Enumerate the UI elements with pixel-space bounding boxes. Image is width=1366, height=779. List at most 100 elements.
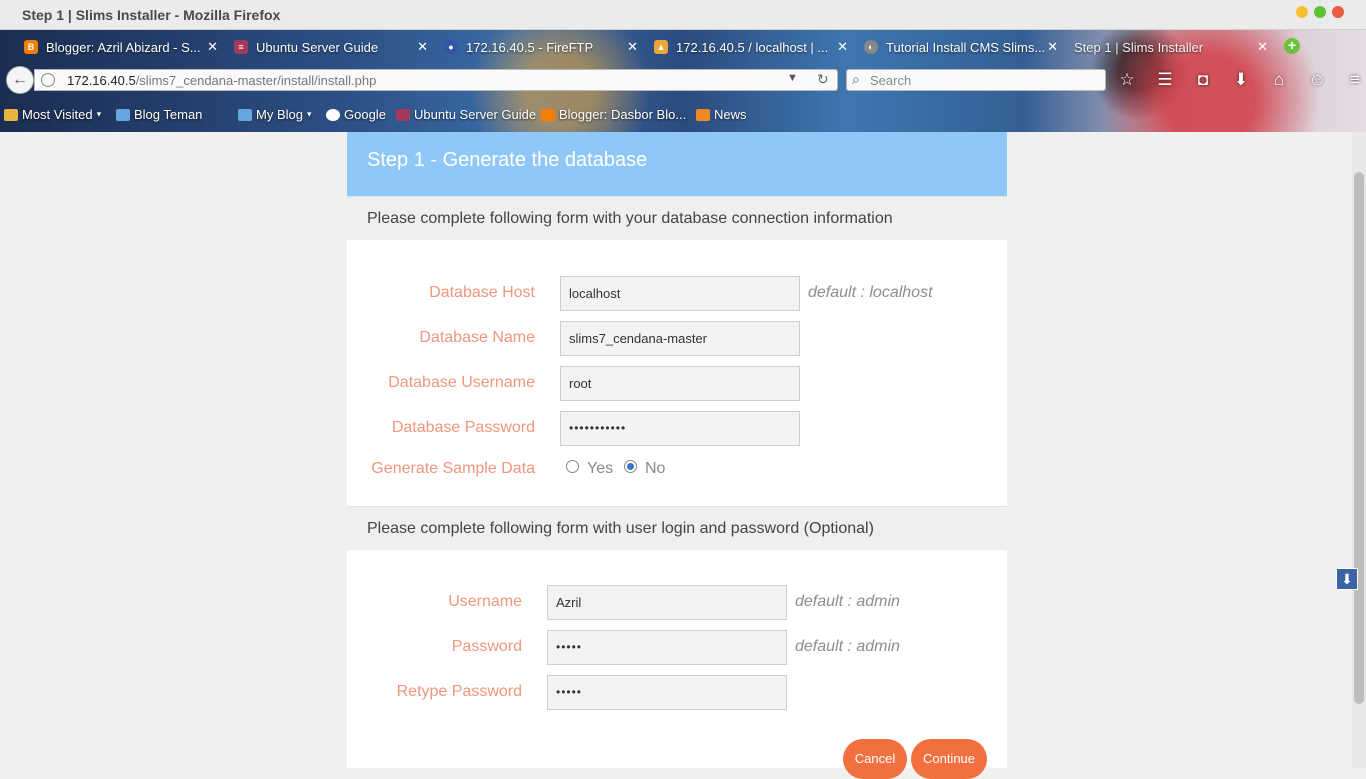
tab-tutorial[interactable]: ◐ Tutorial Install CMS Slims... ✕ <box>864 34 1058 60</box>
tab-label: 172.16.40.5 / localhost | ... <box>676 39 829 55</box>
continue-button[interactable]: Continue <box>911 739 987 779</box>
reading-list-icon[interactable]: ☰ <box>1146 69 1184 91</box>
db-username-label: Database Username <box>388 374 535 391</box>
db-username-input[interactable]: root <box>560 366 800 401</box>
tab-label: Step 1 | Slims Installer <box>1074 39 1204 55</box>
username-input[interactable]: Azril <box>547 585 787 620</box>
history-dropdown-icon[interactable]: ▼ <box>787 72 798 84</box>
db-host-input[interactable]: localhost <box>560 276 800 311</box>
new-tab-plus-icon[interactable]: + <box>1284 38 1300 54</box>
navigation-toolbar: 172.16.40.5/slims7_cendana-master/instal… <box>0 64 1366 96</box>
cancel-button[interactable]: Cancel <box>843 739 907 779</box>
close-tab-icon[interactable]: ✕ <box>417 39 428 55</box>
close-tab-icon[interactable]: ✕ <box>837 39 848 55</box>
close-tab-icon[interactable]: ✕ <box>1257 39 1268 55</box>
browser-chrome: B Blogger: Azril Abizard - S... ✕ ≡ Ubun… <box>0 30 1366 132</box>
password-input[interactable]: ••••• <box>547 630 787 665</box>
page-scrollbar[interactable] <box>1352 132 1366 768</box>
retype-password-label: Retype Password <box>396 683 522 700</box>
tab-strip: B Blogger: Azril Abizard - S... ✕ ≡ Ubun… <box>0 30 1366 62</box>
fireftp-icon: ● <box>444 40 458 54</box>
tab-ubuntu-server-guide[interactable]: ≡ Ubuntu Server Guide ✕ <box>234 34 428 60</box>
bookmark-google[interactable]: Google <box>326 107 386 122</box>
maximize-button[interactable] <box>1314 6 1326 18</box>
chevron-down-icon: ▾ <box>96 109 102 119</box>
sample-data-no-radio[interactable] <box>624 460 637 473</box>
url-text[interactable]: 172.16.40.5/slims7_cendana-master/instal… <box>67 73 376 88</box>
password-label: Password <box>451 638 522 655</box>
tab-blogger[interactable]: B Blogger: Azril Abizard - S... ✕ <box>24 34 218 60</box>
user-section-header: Please complete following form with user… <box>347 506 1007 550</box>
sample-data-yes-radio[interactable] <box>566 460 579 473</box>
folder-icon <box>238 108 252 121</box>
phpmyadmin-icon: ▲ <box>654 40 668 54</box>
db-name-label: Database Name <box>419 329 535 346</box>
installer-header: Step 1 - Generate the database <box>347 132 1007 196</box>
google-icon <box>326 108 340 121</box>
blogger-icon: B <box>24 40 38 54</box>
tab-fireftp[interactable]: ● 172.16.40.5 - FireFTP ✕ <box>444 34 638 60</box>
username-hint: default : admin <box>795 593 900 610</box>
close-tab-icon[interactable]: ✕ <box>207 39 218 55</box>
installer-panel: Step 1 - Generate the database Please co… <box>347 132 1007 779</box>
cms-icon: ◐ <box>864 40 878 54</box>
search-input[interactable]: ⌕ Search <box>846 69 1106 91</box>
username-label: Username <box>448 593 522 610</box>
globe-icon <box>41 73 55 87</box>
bookmark-most-visited[interactable]: Most Visited ▾ <box>4 107 101 122</box>
chevron-down-icon: ▾ <box>306 109 312 119</box>
folder-icon <box>116 108 130 121</box>
back-button[interactable]: ← <box>6 66 34 94</box>
folder-icon <box>4 108 18 121</box>
db-host-label: Database Host <box>429 284 535 301</box>
bookmark-my-blog[interactable]: My Blog ▾ <box>238 107 312 122</box>
bookmark-blog-teman[interactable]: Blog Teman <box>116 107 202 122</box>
tab-label: Blogger: Azril Abizard - S... <box>46 39 201 55</box>
url-bar[interactable]: 172.16.40.5/slims7_cendana-master/instal… <box>34 69 838 91</box>
toolbar-icons: ☆ ☰ ◘ ⬇ ⌂ ☺ ≡ <box>1108 69 1366 91</box>
bookmark-blogger-dasbor[interactable]: Blogger: Dasbor Blo... <box>541 107 686 122</box>
pocket-icon[interactable]: ◘ <box>1184 69 1222 91</box>
bookmark-star-icon[interactable]: ☆ <box>1108 69 1146 91</box>
emoji-icon[interactable]: ☺ <box>1298 69 1336 91</box>
download-icon[interactable]: ⬇ <box>1222 69 1260 91</box>
scrollbar-thumb[interactable] <box>1354 172 1364 704</box>
search-icon: ⌕ <box>852 71 860 87</box>
minimize-button[interactable] <box>1296 6 1308 18</box>
ubuntu-icon: ≡ <box>234 40 248 54</box>
bookmarks-toolbar: Most Visited ▾ Blog Teman My Blog ▾ Goog… <box>0 104 1366 128</box>
ubuntu-icon <box>396 108 410 121</box>
rss-icon <box>696 108 710 121</box>
tab-slims-installer[interactable]: Step 1 | Slims Installer ✕ <box>1074 34 1268 60</box>
password-hint: default : admin <box>795 638 900 655</box>
close-window-button[interactable] <box>1332 6 1344 18</box>
db-password-input[interactable]: ••••••••••• <box>560 411 800 446</box>
window-controls <box>1296 6 1344 18</box>
search-placeholder: Search <box>870 73 912 88</box>
db-host-hint: default : localhost <box>808 284 933 301</box>
sample-data-label: Generate Sample Data <box>371 460 535 477</box>
tab-label: Ubuntu Server Guide <box>256 39 379 55</box>
db-section-header: Please complete following form with your… <box>347 196 1007 240</box>
scroll-down-arrow-icon[interactable]: ⬇ <box>1336 568 1358 590</box>
bookmark-ubuntu-server-guide[interactable]: Ubuntu Server Guide <box>396 107 536 122</box>
back-arrow-icon: ← <box>12 71 28 88</box>
bookmark-news[interactable]: News <box>696 107 747 122</box>
window-title: Step 1 | Slims Installer - Mozilla Firef… <box>22 7 281 23</box>
tab-phpmyadmin[interactable]: ▲ 172.16.40.5 / localhost | ... ✕ <box>654 34 848 60</box>
close-tab-icon[interactable]: ✕ <box>1047 39 1058 55</box>
blogger-icon <box>541 108 555 121</box>
close-tab-icon[interactable]: ✕ <box>627 39 638 55</box>
db-password-label: Database Password <box>391 419 535 436</box>
sample-data-yes-label: Yes <box>587 460 614 477</box>
tab-label: 172.16.40.5 - FireFTP <box>466 39 594 55</box>
page-title: Step 1 - Generate the database <box>367 149 648 171</box>
window-titlebar: Step 1 | Slims Installer - Mozilla Firef… <box>0 0 1366 30</box>
retype-password-input[interactable]: ••••• <box>547 675 787 710</box>
home-icon[interactable]: ⌂ <box>1260 69 1298 91</box>
sample-data-no-label: No <box>645 460 666 477</box>
menu-icon[interactable]: ≡ <box>1336 69 1366 91</box>
db-name-input[interactable]: slims7_cendana-master <box>560 321 800 356</box>
tab-label: Tutorial Install CMS Slims... <box>886 39 1046 55</box>
reload-icon[interactable]: ↻ <box>817 71 829 88</box>
